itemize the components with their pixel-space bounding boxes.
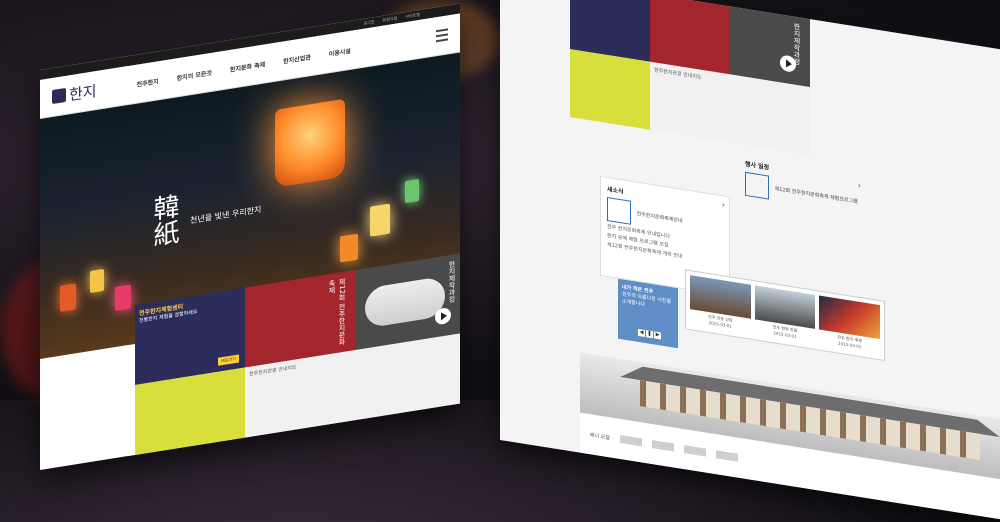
tile-crafts[interactable] xyxy=(135,367,245,465)
partner-logo[interactable] xyxy=(620,435,642,447)
partner-logo[interactable] xyxy=(716,450,738,462)
photo-gallery: 전주 전동 성당 2015-03-01 전주 한옥 마을 2015-03-01 … xyxy=(685,269,885,361)
partner-logo[interactable] xyxy=(652,440,674,452)
gallery-item[interactable]: 전주 한지 축제 2015-03-01 xyxy=(819,295,881,356)
lantern-decoration xyxy=(90,268,104,294)
hamburger-menu-icon[interactable] xyxy=(436,28,448,43)
nav-item-festival[interactable]: 한지문화 축제 xyxy=(230,59,265,74)
site-logo[interactable]: 한지 xyxy=(52,80,97,108)
big-lantern xyxy=(275,98,345,188)
tile-crafts[interactable] xyxy=(570,49,650,130)
lantern-decoration xyxy=(60,283,76,312)
paper-roll-image xyxy=(365,275,445,329)
nav-item-jeonju-hanji[interactable]: 전주한지 xyxy=(137,76,159,88)
events-panel: › 행사 일정 제12회 전주한지문화축제 체험프로그램 xyxy=(745,159,865,278)
lantern-decoration xyxy=(370,203,390,237)
play-icon[interactable] xyxy=(435,306,451,326)
partner-logo[interactable] xyxy=(684,445,706,457)
next-icon[interactable]: ▶ xyxy=(654,331,661,340)
logo-text: 한지 xyxy=(69,81,97,104)
qr-icon xyxy=(745,171,769,200)
tile-tour-map[interactable]: 전주한지관광 안내지도 xyxy=(650,61,730,143)
poster-title: 제12회 전주한지문화축제 xyxy=(328,277,346,346)
tile-blank xyxy=(730,74,810,156)
prev-icon[interactable]: ◀ xyxy=(638,328,645,337)
lantern-decoration xyxy=(115,284,131,312)
feature-tiles-repeat: 한지제작과정 전주한지관광 안내지도 xyxy=(570,0,810,156)
tile-tour-map[interactable]: 전주한지관광 안내지도 xyxy=(245,350,355,448)
video-title: 한지제작과정 xyxy=(448,260,456,304)
nav-item-facilities[interactable]: 이용시설 xyxy=(329,45,351,57)
carousel-controls: ◀ ❚ ▶ xyxy=(638,328,661,340)
login-link[interactable]: 로그인 xyxy=(363,17,374,29)
lantern-decoration xyxy=(405,178,419,204)
photo-card[interactable]: 내가 찍은 전주 전주의 아름다운 사진을 소개합니다 ◀ ❚ ▶ xyxy=(618,278,678,349)
gallery-item[interactable]: 전주 한옥 마을 2015-03-01 xyxy=(754,285,816,345)
qr-icon xyxy=(607,196,631,225)
nav-item-industry-hall[interactable]: 한지산업관 xyxy=(283,52,311,65)
footer-label: 배너 모음 xyxy=(590,431,610,441)
tile-production-video[interactable]: 한지제작과정 xyxy=(730,6,810,88)
events-headline[interactable]: 제12회 전주한지문화축제 체험프로그램 xyxy=(775,186,858,205)
website-mockup-sub: 한지제작과정 전주한지관광 안내지도 › 새소식 전주한지문화축제안내 전주 한… xyxy=(500,0,1000,522)
tile-button[interactable]: 바로가기 xyxy=(218,354,239,366)
chevron-right-icon[interactable]: › xyxy=(858,181,861,191)
tile-blank xyxy=(355,332,460,431)
gallery-item[interactable]: 전주 전동 성당 2015-03-01 xyxy=(690,275,751,335)
lantern-decoration xyxy=(340,233,358,263)
hero-subtitle: 천년을 빛낸 우리한지 xyxy=(190,204,262,226)
logo-seal-icon xyxy=(52,87,66,105)
pause-icon[interactable]: ❚ xyxy=(646,330,653,339)
chevron-right-icon[interactable]: › xyxy=(722,200,725,210)
news-headline[interactable]: 전주한지문화축제안내 xyxy=(637,211,683,224)
nav-item-all-about-hanji[interactable]: 한지의 모든것 xyxy=(177,67,212,82)
hero-title: 韓紙 xyxy=(149,191,179,249)
website-mockup-main: 로그인 회원가입 사이트맵 한지 전주한지 한지의 모든것 한지문화 축제 한지… xyxy=(40,3,460,470)
